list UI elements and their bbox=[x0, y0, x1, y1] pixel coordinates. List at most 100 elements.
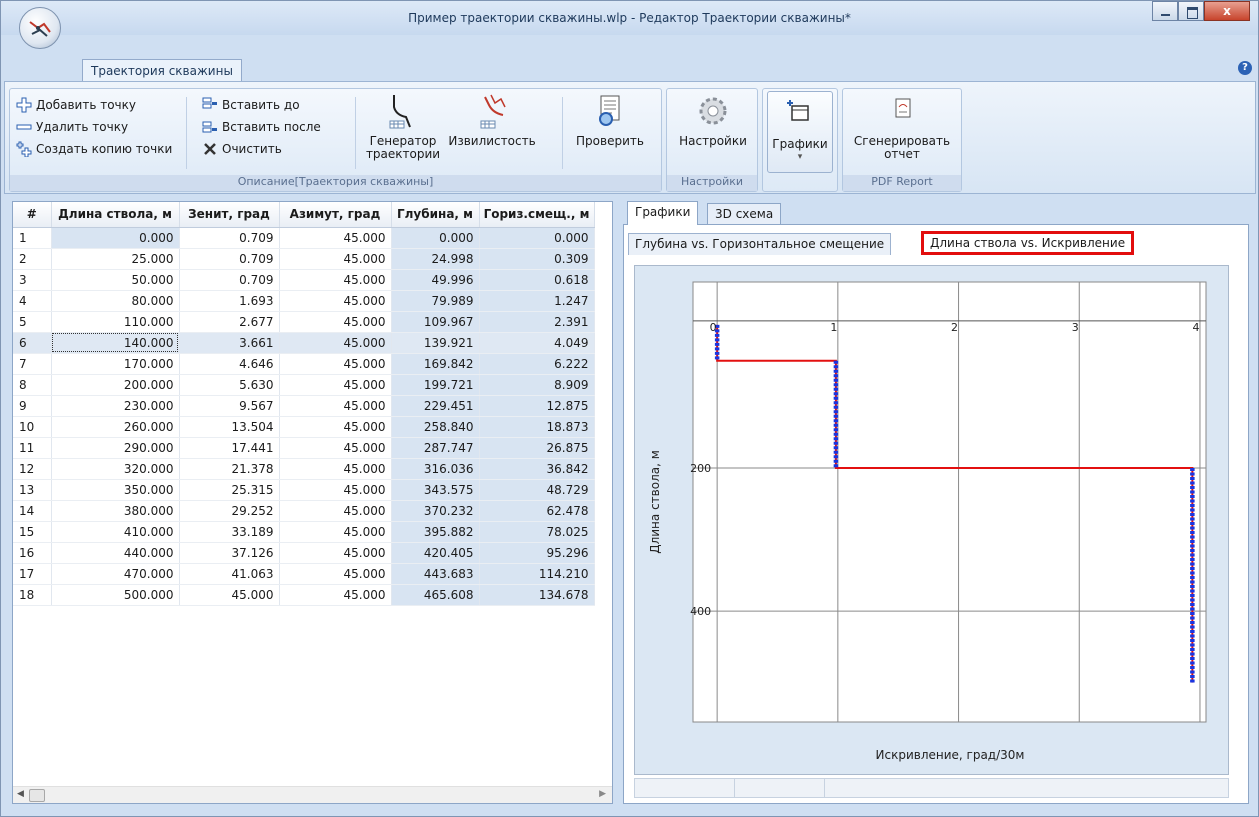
clear-button[interactable]: Очистить bbox=[202, 139, 282, 159]
table-cell[interactable]: 36.842 bbox=[479, 458, 595, 480]
table-cell[interactable]: 45.000 bbox=[279, 584, 392, 606]
table-cell[interactable]: 500.000 bbox=[51, 584, 180, 606]
table-cell[interactable]: 45.000 bbox=[279, 521, 392, 543]
table-cell[interactable]: 12 bbox=[13, 458, 52, 480]
table-cell[interactable]: 9.567 bbox=[179, 395, 280, 417]
table-cell[interactable]: 8 bbox=[13, 374, 52, 396]
column-header[interactable]: Зенит, град bbox=[179, 202, 280, 228]
table-cell[interactable]: 4.049 bbox=[479, 332, 595, 354]
table-cell[interactable]: 465.608 bbox=[391, 584, 480, 606]
table-cell[interactable]: 0.000 bbox=[479, 227, 595, 249]
close-button[interactable]: x bbox=[1204, 1, 1250, 21]
table-row[interactable]: 9 230.000 9.567 45.000 229.451 12.875 bbox=[13, 395, 595, 417]
table-cell[interactable]: 2 bbox=[13, 248, 52, 270]
table-cell[interactable]: 290.000 bbox=[51, 437, 180, 459]
table-cell[interactable]: 7 bbox=[13, 353, 52, 375]
insert-before-button[interactable]: Вставить до bbox=[202, 95, 300, 115]
table-cell[interactable]: 45.000 bbox=[279, 269, 392, 291]
table-cell[interactable]: 33.189 bbox=[179, 521, 280, 543]
column-header[interactable]: Длина ствола, м bbox=[51, 202, 180, 228]
table-cell[interactable]: 316.036 bbox=[391, 458, 480, 480]
table-cell[interactable]: 26.875 bbox=[479, 437, 595, 459]
tortuosity-button[interactable]: Извилистость bbox=[448, 93, 536, 148]
table-cell[interactable]: 260.000 bbox=[51, 416, 180, 438]
table-cell[interactable]: 45.000 bbox=[279, 311, 392, 333]
table-cell[interactable]: 45.000 bbox=[279, 563, 392, 585]
generator-button[interactable]: Генератор траектории bbox=[366, 93, 440, 161]
table-cell[interactable]: 45.000 bbox=[279, 290, 392, 312]
table-cell[interactable]: 0.709 bbox=[179, 269, 280, 291]
table-cell[interactable]: 410.000 bbox=[51, 521, 180, 543]
table-cell[interactable]: 1 bbox=[13, 227, 52, 249]
table-cell[interactable]: 110.000 bbox=[51, 311, 180, 333]
table-cell[interactable]: 41.063 bbox=[179, 563, 280, 585]
table-row[interactable]: 16 440.000 37.126 45.000 420.405 95.296 bbox=[13, 542, 595, 564]
table-cell[interactable]: 49.996 bbox=[391, 269, 480, 291]
table-cell[interactable]: 0.309 bbox=[479, 248, 595, 270]
table-cell[interactable]: 287.747 bbox=[391, 437, 480, 459]
table-cell[interactable]: 17 bbox=[13, 563, 52, 585]
table-row[interactable]: 2 25.000 0.709 45.000 24.998 0.309 bbox=[13, 248, 595, 270]
table-cell[interactable]: 199.721 bbox=[391, 374, 480, 396]
table-cell[interactable]: 370.232 bbox=[391, 500, 480, 522]
generate-report-button[interactable]: Сгенерировать отчет bbox=[849, 93, 955, 161]
table-cell[interactable]: 200.000 bbox=[51, 374, 180, 396]
tab-well-trajectory[interactable]: Траектория скважины bbox=[82, 59, 242, 82]
check-button[interactable]: Проверить bbox=[570, 93, 650, 148]
table-cell[interactable]: 3 bbox=[13, 269, 52, 291]
charts-button[interactable]: Графики ▾ bbox=[767, 91, 833, 173]
table-row[interactable]: 14 380.000 29.252 45.000 370.232 62.478 bbox=[13, 500, 595, 522]
table-cell[interactable]: 343.575 bbox=[391, 479, 480, 501]
table-cell[interactable]: 169.842 bbox=[391, 353, 480, 375]
tab-3d-scheme[interactable]: 3D схема bbox=[707, 203, 782, 225]
table-cell[interactable]: 140.000 bbox=[51, 332, 180, 354]
table-cell[interactable]: 470.000 bbox=[51, 563, 180, 585]
table-row[interactable]: 11 290.000 17.441 45.000 287.747 26.875 bbox=[13, 437, 595, 459]
scroll-right-icon[interactable]: ▶ bbox=[599, 789, 606, 799]
table-cell[interactable]: 79.989 bbox=[391, 290, 480, 312]
table-row[interactable]: 3 50.000 0.709 45.000 49.996 0.618 bbox=[13, 269, 595, 291]
table-cell[interactable]: 2.391 bbox=[479, 311, 595, 333]
table-row[interactable]: 8 200.000 5.630 45.000 199.721 8.909 bbox=[13, 374, 595, 396]
table-cell[interactable]: 14 bbox=[13, 500, 52, 522]
table-cell[interactable]: 13.504 bbox=[179, 416, 280, 438]
table-cell[interactable]: 45.000 bbox=[179, 584, 280, 606]
settings-button[interactable]: Настройки bbox=[671, 93, 755, 148]
table-cell[interactable]: 95.296 bbox=[479, 542, 595, 564]
add-point-button[interactable]: Добавить точку bbox=[16, 95, 136, 115]
table-cell[interactable]: 380.000 bbox=[51, 500, 180, 522]
table-cell[interactable]: 45.000 bbox=[279, 374, 392, 396]
table-cell[interactable]: 9 bbox=[13, 395, 52, 417]
table-cell[interactable]: 1.247 bbox=[479, 290, 595, 312]
scrollbar-thumb[interactable] bbox=[29, 789, 45, 802]
table-cell[interactable]: 443.683 bbox=[391, 563, 480, 585]
table-cell[interactable]: 48.729 bbox=[479, 479, 595, 501]
table-row[interactable]: 15 410.000 33.189 45.000 395.882 78.025 bbox=[13, 521, 595, 543]
table-cell[interactable]: 45.000 bbox=[279, 332, 392, 354]
table-cell[interactable]: 350.000 bbox=[51, 479, 180, 501]
table-cell[interactable]: 4.646 bbox=[179, 353, 280, 375]
table-row[interactable]: 7 170.000 4.646 45.000 169.842 6.222 bbox=[13, 353, 595, 375]
table-cell[interactable]: 21.378 bbox=[179, 458, 280, 480]
table-cell[interactable]: 5 bbox=[13, 311, 52, 333]
copy-point-button[interactable]: Создать копию точки bbox=[16, 139, 172, 159]
table-cell[interactable]: 17.441 bbox=[179, 437, 280, 459]
table-cell[interactable]: 80.000 bbox=[51, 290, 180, 312]
table-cell[interactable]: 114.210 bbox=[479, 563, 595, 585]
table-cell[interactable]: 10 bbox=[13, 416, 52, 438]
table-cell[interactable]: 45.000 bbox=[279, 227, 392, 249]
table-cell[interactable]: 109.967 bbox=[391, 311, 480, 333]
table-cell[interactable]: 134.678 bbox=[479, 584, 595, 606]
table-cell[interactable]: 45.000 bbox=[279, 353, 392, 375]
tab-depth-vs-displacement[interactable]: Глубина vs. Горизонтальное смещение bbox=[628, 233, 892, 255]
table-row[interactable]: 4 80.000 1.693 45.000 79.989 1.247 bbox=[13, 290, 595, 312]
table-cell[interactable]: 1.693 bbox=[179, 290, 280, 312]
table-cell[interactable]: 25.315 bbox=[179, 479, 280, 501]
table-cell[interactable]: 0.709 bbox=[179, 248, 280, 270]
table-cell[interactable]: 0.000 bbox=[391, 227, 480, 249]
table-cell[interactable]: 78.025 bbox=[479, 521, 595, 543]
table-row[interactable]: 17 470.000 41.063 45.000 443.683 114.210 bbox=[13, 563, 595, 585]
table-row[interactable]: 18 500.000 45.000 45.000 465.608 134.678 bbox=[13, 584, 595, 606]
table-cell[interactable]: 62.478 bbox=[479, 500, 595, 522]
table-cell[interactable]: 5.630 bbox=[179, 374, 280, 396]
